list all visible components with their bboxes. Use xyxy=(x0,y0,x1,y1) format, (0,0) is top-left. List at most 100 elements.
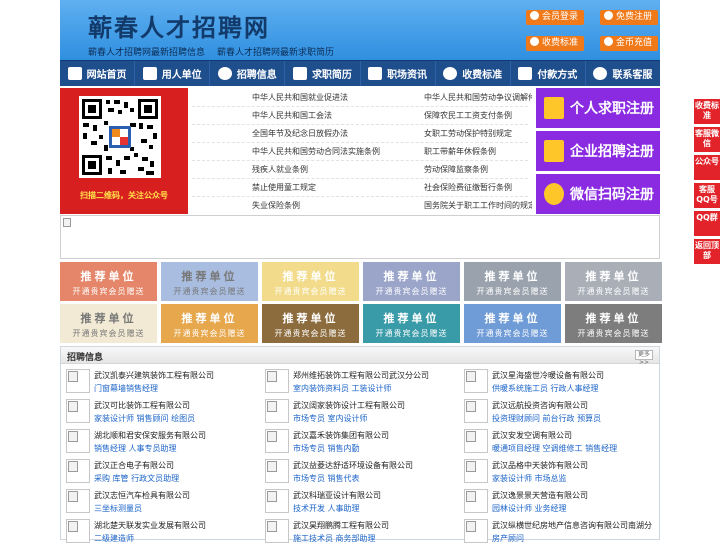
job-positions[interactable]: 投资理财顾问 前台行政 预算员 xyxy=(492,413,601,424)
company-name[interactable]: 武汉纵横世纪房地产信息咨询有限公司南湖分 xyxy=(492,520,652,531)
company-name[interactable]: 武汉品格中天装饰有限公司 xyxy=(492,460,588,471)
company-logo[interactable] xyxy=(464,459,488,483)
company-name[interactable]: 武汉昊翔鹏腾工程有限公司 xyxy=(293,520,389,531)
company-logo[interactable] xyxy=(464,429,488,453)
company-logo[interactable] xyxy=(66,369,90,393)
job-positions[interactable]: 市场专员 销售内勤 xyxy=(293,443,360,454)
support-qq-link[interactable]: 客服QQ号 xyxy=(694,183,720,208)
nav-employers[interactable]: 用人单位 xyxy=(135,61,211,86)
register-employer-button[interactable]: 企业招聘注册 xyxy=(536,131,660,171)
company-logo[interactable] xyxy=(265,489,289,513)
law-link[interactable]: 社会保险费征缴暂行条例 xyxy=(424,180,532,195)
law-link[interactable]: 职工带薪年休假条例 xyxy=(424,144,532,159)
recommend-tile[interactable]: 推荐单位 开通贵宾会员赠送 xyxy=(60,262,157,301)
wechat-register-button[interactable]: 微信扫码注册 xyxy=(536,174,660,214)
job-positions[interactable]: 二级建造师 xyxy=(94,533,134,544)
company-name[interactable]: 武汉星海盛世冷暖设备有限公司 xyxy=(492,370,604,381)
recommend-tile[interactable]: 推荐单位 开通贵宾会员赠送 xyxy=(60,304,157,343)
law-link[interactable]: 劳动保障监察条例 xyxy=(424,162,532,177)
job-positions[interactable]: 三坐标测量员 xyxy=(94,503,142,514)
company-name[interactable]: 武汉正合电子有限公司 xyxy=(94,460,174,471)
company-name[interactable]: 武汉逸景景天营造有限公司 xyxy=(492,490,588,501)
law-link[interactable]: 保障农民工工资支付条例 xyxy=(424,108,532,123)
nav-jobs[interactable]: 招聘信息 xyxy=(210,61,286,86)
nav-home[interactable]: 网站首页 xyxy=(60,61,136,86)
company-name[interactable]: 武汉远航投资咨询有限公司 xyxy=(492,400,588,411)
recommend-tile[interactable]: 推荐单位 开通贵宾会员赠送 xyxy=(565,304,662,343)
law-link[interactable]: 失业保险条例 xyxy=(252,198,422,213)
company-name[interactable]: 武汉安发空调有限公司 xyxy=(492,430,572,441)
company-name[interactable]: 湖北顺和君安保安服务有限公司 xyxy=(94,430,206,441)
law-link[interactable]: 中华人民共和国就业促进法 xyxy=(252,90,422,105)
company-logo[interactable] xyxy=(265,519,289,543)
nav-fees[interactable]: 收费标准 xyxy=(436,61,511,86)
company-name[interactable]: 武汉科瑞亚设计有限公司 xyxy=(293,490,381,501)
company-name[interactable]: 湖北楚天联发实业发展有限公司 xyxy=(94,520,206,531)
company-logo[interactable] xyxy=(265,399,289,423)
fee-standard-button[interactable]: 收费标准 xyxy=(526,36,585,51)
law-link[interactable]: 中华人民共和国劳动争议调解仲裁法 xyxy=(424,90,532,105)
company-name[interactable]: 郑州维拓装饰工程有限公司武汉分公司 xyxy=(293,370,429,381)
company-logo[interactable] xyxy=(464,489,488,513)
company-name[interactable]: 武汉志恒汽车检具有限公司 xyxy=(94,490,190,501)
free-register-button[interactable]: 免费注册 xyxy=(600,10,659,25)
ad-banner[interactable] xyxy=(60,215,660,259)
company-logo[interactable] xyxy=(464,369,488,393)
company-logo[interactable] xyxy=(265,369,289,393)
nav-payment[interactable]: 付款方式 xyxy=(511,61,586,86)
job-positions[interactable]: 供暖系统施工员 行政人事经理 xyxy=(492,383,599,394)
law-link[interactable]: 残疾人就业条例 xyxy=(252,162,422,177)
job-positions[interactable]: 市场专员 销售代表 xyxy=(293,473,360,484)
company-logo[interactable] xyxy=(265,429,289,453)
recommend-tile[interactable]: 推荐单位 开通贵宾会员赠送 xyxy=(262,304,359,343)
recommend-tile[interactable]: 推荐单位 开通贵宾会员赠送 xyxy=(262,262,359,301)
company-logo[interactable] xyxy=(66,459,90,483)
company-name[interactable]: 武汉嘉禾装饰集团有限公司 xyxy=(293,430,389,441)
company-logo[interactable] xyxy=(66,489,90,513)
job-positions[interactable]: 销售经理 人事专员助理 xyxy=(94,443,177,454)
law-link[interactable]: 女职工劳动保护特别规定 xyxy=(424,126,532,141)
more-link[interactable]: 更多>> xyxy=(635,350,653,366)
job-positions[interactable]: 施工技术员 商务部助理 xyxy=(293,533,376,544)
qq-group-link[interactable]: QQ群 xyxy=(694,211,720,236)
company-logo[interactable] xyxy=(265,459,289,483)
law-link[interactable]: 国务院关于职工工作时间的规定 xyxy=(424,198,532,213)
recommend-tile[interactable]: 推荐单位 开通贵宾会员赠送 xyxy=(464,262,561,301)
job-positions[interactable]: 园林设计师 业务经理 xyxy=(492,503,567,514)
site-logo-title[interactable]: 蕲春人才招聘网 xyxy=(88,8,270,43)
recommend-tile[interactable]: 推荐单位 开通贵宾会员赠送 xyxy=(363,304,460,343)
fee-standard-link[interactable]: 收费标准 xyxy=(694,99,720,124)
nav-resumes[interactable]: 求职简历 xyxy=(285,61,361,86)
job-positions[interactable]: 市场专员 室内设计师 xyxy=(293,413,368,424)
job-positions[interactable]: 家装设计师 销售顾问 绘图员 xyxy=(94,413,195,424)
company-logo[interactable] xyxy=(464,399,488,423)
law-link[interactable]: 中华人民共和国劳动合同法实施条例 xyxy=(252,144,422,159)
job-positions[interactable]: 室内装饰资料员 工装设计师 xyxy=(293,383,392,394)
company-logo[interactable] xyxy=(66,429,90,453)
official-account-link[interactable]: 公众号 xyxy=(694,155,720,180)
company-logo[interactable] xyxy=(66,399,90,423)
job-positions[interactable]: 技术开发 人事助理 xyxy=(293,503,360,514)
company-logo[interactable] xyxy=(66,519,90,543)
job-positions[interactable]: 门窗幕墙销售经理 xyxy=(94,383,158,394)
nav-support[interactable]: 联系客服 xyxy=(586,61,660,86)
job-positions[interactable]: 家装设计师 市场总监 xyxy=(492,473,567,484)
recommend-tile[interactable]: 推荐单位 开通贵宾会员赠送 xyxy=(565,262,662,301)
recommend-tile[interactable]: 推荐单位 开通贵宾会员赠送 xyxy=(161,304,258,343)
company-name[interactable]: 武汉阔家装饰设计工程有限公司 xyxy=(293,400,405,411)
law-link[interactable]: 全国年节及纪念日放假办法 xyxy=(252,126,422,141)
company-logo[interactable] xyxy=(464,519,488,543)
support-wechat-link[interactable]: 客服微信 xyxy=(694,127,720,152)
coin-recharge-button[interactable]: 金币充值 xyxy=(600,36,659,51)
nav-news[interactable]: 职场资讯 xyxy=(361,61,436,86)
job-positions[interactable]: 暖通项目经理 空调维修工 销售经理 xyxy=(492,443,617,454)
company-name[interactable]: 武汉可比装饰工程有限公司 xyxy=(94,400,190,411)
recommend-tile[interactable]: 推荐单位 开通贵宾会员赠送 xyxy=(464,304,561,343)
job-positions[interactable]: 采购 库管 行政文员助理 xyxy=(94,473,179,484)
register-jobseeker-button[interactable]: 个人求职注册 xyxy=(536,88,660,128)
company-name[interactable]: 武汉益菱达舒适环境设备有限公司 xyxy=(293,460,413,471)
law-link[interactable]: 禁止使用童工规定 xyxy=(252,180,422,195)
back-to-top-button[interactable]: 返回顶部 xyxy=(694,239,720,264)
recommend-tile[interactable]: 推荐单位 开通贵宾会员赠送 xyxy=(363,262,460,301)
company-name[interactable]: 武汉凯泰兴建筑装饰工程有限公司 xyxy=(94,370,214,381)
